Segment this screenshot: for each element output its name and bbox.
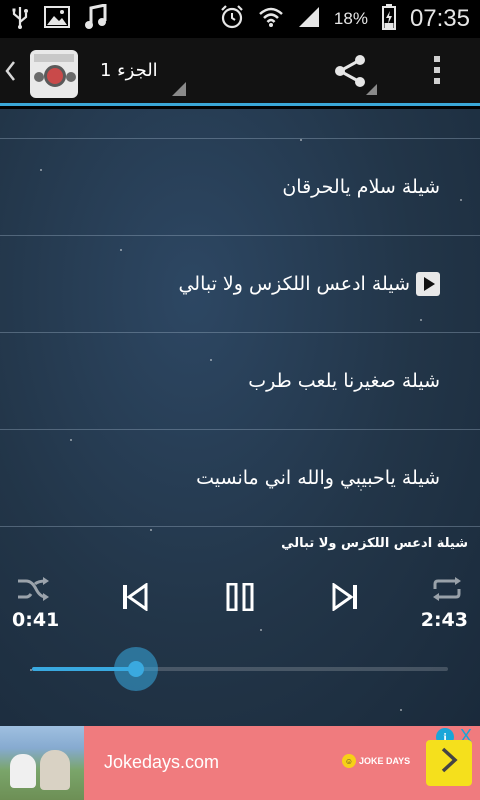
status-bar: 18% 07:35 xyxy=(0,0,480,38)
app-logo-icon[interactable] xyxy=(30,50,78,98)
overflow-menu-icon[interactable] xyxy=(430,56,444,92)
battery-icon xyxy=(381,3,396,35)
player-main: شيلة سلام يالحرقان شيلة ادعس اللكزس ولا … xyxy=(0,109,480,726)
seek-bar-thumb[interactable] xyxy=(114,647,158,691)
share-submenu-indicator-icon xyxy=(366,84,377,95)
list-item[interactable]: شيلة صغيرنا يلعب طرب xyxy=(0,333,480,430)
spinner-indicator-icon xyxy=(172,82,186,96)
list-item[interactable]: شيلة سلام يالحرقان xyxy=(0,139,480,236)
battery-percent: 18% xyxy=(333,9,368,28)
track-title: شيلة سلام يالحرقان xyxy=(282,176,440,198)
usb-icon xyxy=(10,5,30,34)
repeat-icon[interactable] xyxy=(430,576,464,602)
wifi-icon xyxy=(258,6,284,33)
track-title: شيلة صغيرنا يلعب طرب xyxy=(248,370,440,392)
track-title: شيلة ادعس اللكزس ولا تبالي xyxy=(178,273,410,295)
clock: 07:35 xyxy=(409,5,470,32)
chevron-right-icon xyxy=(440,747,458,780)
section-spinner-label[interactable]: الجزء 1 xyxy=(100,60,158,81)
track-title: شيلة ياحبيبي والله اني مانسيت xyxy=(196,467,440,489)
previous-icon[interactable] xyxy=(122,582,148,612)
back-chevron-icon[interactable] xyxy=(4,60,16,88)
alarm-icon xyxy=(220,4,244,34)
music-icon xyxy=(84,2,108,35)
ad-cta-button[interactable] xyxy=(426,740,472,786)
seek-bar[interactable] xyxy=(32,647,448,691)
list-item-partial xyxy=(0,109,480,139)
share-icon[interactable] xyxy=(334,54,368,88)
ad-banner[interactable]: Jokedays.com ☺ JOKE DAYS i X xyxy=(0,726,480,800)
current-time: 0:41 xyxy=(12,609,60,631)
ad-brand-label: JOKE DAYS xyxy=(359,756,411,766)
total-time: 2:43 xyxy=(420,609,468,631)
track-list: شيلة سلام يالحرقان شيلة ادعس اللكزس ولا … xyxy=(0,109,480,527)
list-item[interactable]: شيلة ياحبيبي والله اني مانسيت xyxy=(0,430,480,527)
shuffle-icon[interactable] xyxy=(16,576,50,602)
action-bar: الجزء 1 xyxy=(0,38,480,106)
ad-text[interactable]: Jokedays.com xyxy=(104,752,219,773)
now-playing-icon xyxy=(416,272,440,296)
list-item-active[interactable]: شيلة ادعس اللكزس ولا تبالي xyxy=(0,236,480,333)
image-icon xyxy=(44,5,70,33)
signal-icon xyxy=(298,6,320,33)
smiley-icon: ☺ xyxy=(342,754,356,768)
ad-image-dogs[interactable] xyxy=(0,726,84,800)
now-playing-title: شيلة ادعس اللكزس ولا تبالي xyxy=(281,536,468,551)
ad-brand-logo: ☺ JOKE DAYS xyxy=(342,754,410,768)
next-icon[interactable] xyxy=(332,582,358,612)
pause-icon[interactable] xyxy=(226,582,254,612)
